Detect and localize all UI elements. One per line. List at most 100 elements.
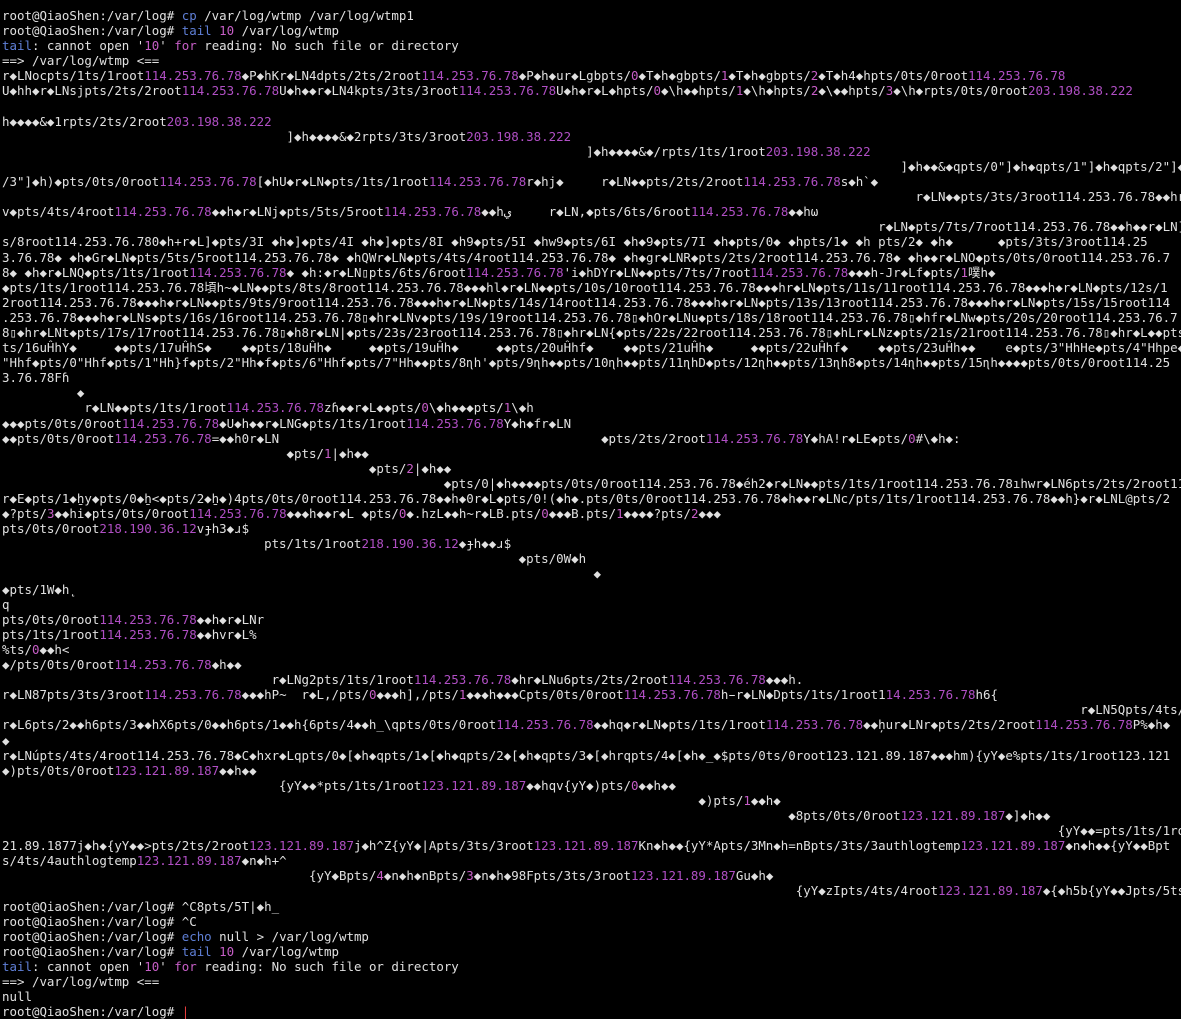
terminal-text: 114.253.76.78 — [466, 264, 564, 280]
terminal-text: ◆◆◆hP~ r◆L,/pts/ — [241, 687, 369, 703]
terminal-text: 3 — [466, 868, 474, 884]
terminal-text: r◆hj◆ r◆LN◆◆pts/2ts/2root — [526, 174, 744, 190]
terminal-line: ◆?pts/3◆◆hi◆pts/0ts/0root114.253.76.78◆◆… — [2, 506, 1181, 521]
terminal-text: {yY◆zIpts/4ts/4root — [2, 883, 939, 899]
terminal-text: r◆LNg2pts/1ts/1root — [2, 672, 414, 688]
terminal-line: 3.76.78◆ ◆h◆Gr◆LN◆pts/5ts/5root114.253.7… — [2, 250, 1181, 265]
terminal-text: ◆T◆h◆gbpts/ — [638, 68, 721, 84]
terminal-text: 114.253.76.78 — [496, 717, 594, 733]
terminal-text: ◆◆hvr◆L% — [196, 626, 257, 642]
terminal-line: ◆◆◆pts/0ts/0root114.253.76.78◆U◆h◆◆r◆LNG… — [2, 416, 1181, 431]
terminal-line: root@QiaoShen:/var/log# ^C8pts/5T|◆h_ — [2, 899, 1181, 914]
terminal-text: ◆◆hq◆r◆LN◆pts/1ts/1root — [593, 717, 766, 733]
terminal-text: 203.198.38.222 — [466, 128, 572, 144]
terminal-line: {yY◆Bpts/4◆n◆h◆nBpts/3◆n◆h◆98Fpts/3ts/3r… — [2, 868, 1181, 883]
terminal-text: |◆h◆◆ — [331, 445, 369, 461]
terminal-text: ◆]◆h◆◆ — [1005, 807, 1051, 823]
terminal-text: ◆◆hω — [788, 204, 819, 220]
terminal-text: 2root114.253.76.78◆◆◆h◆r◆LN◆◆pts/9ts/9ro… — [2, 294, 1171, 310]
terminal-output[interactable]: root@QiaoShen:/var/log# cp /var/log/wtmp… — [0, 0, 1181, 1019]
terminal-text: 114.253.76.78 — [99, 611, 197, 627]
terminal-line: "Hhf◆pts/0"Hhf◆pts/1"Hh}f◆pts/2"Hh◆f◆pts… — [2, 355, 1181, 370]
terminal-line: ]◆h◆◆&◆qpts/0"]◆h◆qpts/1"]◆h◆qpts/2"]◆h◆… — [2, 159, 1181, 174]
terminal-line: {yY◆zIpts/4ts/4root123.121.89.187◆{◆h5b{… — [2, 883, 1181, 898]
terminal-text: U◆hh◆r◆LNsjpts/2ts/2root — [2, 83, 182, 99]
terminal-text: ◆n◆h◆98Fpts/3ts/3root — [473, 868, 632, 884]
terminal-text: s/4ts/4authlogtemp — [2, 853, 137, 869]
terminal-text: 0 — [421, 400, 429, 416]
terminal-line: ]◆h◆◆◆◆&◆/rpts/1ts/1root203.198.38.222 — [2, 144, 1181, 159]
terminal-line: q — [2, 597, 1181, 612]
terminal-text: 203.198.38.222 — [166, 113, 272, 129]
terminal-line: tail: cannot open '10' for reading: No s… — [2, 38, 1181, 53]
terminal-text: Kn◆h◆◆{yY*Apts/3Mn◆h=nBpts/3ts/3authlogt… — [638, 838, 961, 854]
terminal-text: ◆)pts/0ts/0root — [2, 762, 115, 778]
terminal-line: ==> /var/log/wtmp <== — [2, 974, 1181, 989]
terminal-line: 2root114.253.76.78◆◆◆h◆r◆LN◆◆pts/9ts/9ro… — [2, 295, 1181, 310]
terminal-text: echo — [181, 928, 212, 944]
terminal-text: =◆◆h0r◆LN ◆pts/2ts/2root — [211, 430, 706, 446]
terminal-line: pts/1ts/1root218.190.36.12◆ɟh◆◆ɹ$ — [2, 536, 1181, 551]
terminal-text: \◆h — [511, 400, 534, 416]
terminal-text: ◆◆◆pts/0ts/0root — [2, 415, 122, 431]
terminal-line: ◆pts/0|◆h◆◆◆◆pts/0ts/0root114.253.76.78◆… — [2, 476, 1181, 491]
terminal-line: r◆LN87pts/3ts/3root 114.253.76.78 ◆◆◆hP~ r… — [2, 687, 1181, 702]
terminal-text: ◆◆◆h◆◆◆Cpts/0ts/0root — [466, 687, 624, 703]
terminal-text: 114.253.76.78 — [413, 672, 512, 688]
terminal-text: cp — [181, 8, 197, 23]
terminal-text: r◆LN87pts/3ts/3root — [2, 687, 145, 703]
terminal-line: ◆/pts/0ts/0root114.253.76.78◆h◆◆ — [2, 657, 1181, 672]
terminal-text: 114.253.76.78 — [623, 687, 721, 703]
text-cursor: | — [181, 1004, 190, 1019]
terminal-text: ' — [159, 38, 175, 54]
terminal-text: null — [2, 989, 32, 1005]
terminal-text: 114.253.76.78 — [705, 430, 804, 446]
terminal-text: ◆P◆hKr◆LN4dpts/2ts/2root — [241, 68, 422, 84]
terminal-text: 114.253.76.78 — [406, 415, 504, 431]
terminal-text: \◆h◆◆◆pts/ — [428, 400, 504, 416]
terminal-text: root@QiaoShen:/var/log# ^C — [2, 913, 197, 929]
terminal-text: h6{ — [975, 687, 998, 703]
terminal-text: ◆)pts/ — [2, 792, 744, 808]
terminal-text: 1 — [960, 264, 969, 280]
terminal-text: r◆LN◆◆pts/3ts/3root114.253.76.78◆◆hr◆LN — [2, 189, 1181, 205]
terminal-text: q — [2, 596, 10, 612]
terminal-text: ◆ɟh◆◆ɹ$ — [458, 536, 512, 552]
terminal-text: 114.253.76.78 — [114, 657, 212, 673]
terminal-line: r◆LN◆pts/7ts/7root114.253.76.78◆◆h◆◆r◆LN… — [2, 219, 1181, 234]
terminal-text: 114.253.76.78 — [121, 415, 220, 431]
terminal-text: /var/log/wtmp /var/log/wtmp1 — [196, 8, 414, 23]
terminal-line: ◆◆pts/0ts/0root114.253.76.78=◆◆h0r◆LN ◆p… — [2, 431, 1181, 446]
terminal-text: r◆LN◆pts/7ts/7root114.253.76.78◆◆h◆◆r◆LN… — [2, 219, 1181, 235]
terminal-text: 123.121.89.187 — [114, 762, 220, 778]
terminal-text: 123.121.89.187 — [421, 777, 527, 793]
terminal-text: : cannot open ' — [31, 958, 145, 974]
terminal-text: 114.253.76.78 — [114, 204, 212, 220]
terminal-text: ◆◆◆ — [698, 506, 721, 522]
terminal-line: 3.76.78Fɦ — [2, 370, 1181, 385]
terminal-text: s/8root114.253.76.780◆h+r◆L]◆pts/3I ◆h◆]… — [2, 234, 1148, 250]
terminal-text: ◆◆h◆r◆LNr — [196, 611, 265, 627]
terminal-line: ◆8pts/0ts/0root123.121.89.187◆]◆h◆◆ — [2, 808, 1181, 823]
terminal-line: root@QiaoShen:/var/log# | — [2, 1004, 1181, 1019]
terminal-line: %ts/0◆◆h< — [2, 642, 1181, 657]
terminal-text: r◆LNocpts/1ts/1root — [2, 68, 145, 84]
terminal-text: 114.253.76.78 — [743, 174, 841, 190]
terminal-line: 8◆ ◆h◆r◆LNQ◆pts/1ts/1root114.253.76.78◆ … — [2, 265, 1181, 280]
terminal-text: ◆◆h◆ — [750, 792, 781, 808]
terminal-text: ◆pts/1ts/1root114.253.76.78頃h~◆LN◆◆pts/8… — [2, 279, 1168, 295]
terminal-line: ◆ — [2, 566, 1181, 581]
terminal-text: Y◆h◆fr◆LN — [503, 415, 572, 431]
terminal-text: 114.253.76.78 — [428, 174, 527, 190]
terminal-text: ◆◆h◆◆ — [219, 762, 257, 778]
terminal-text: ◆T◆h4◆hpts/0ts/0root — [818, 68, 969, 84]
terminal-text: 噗h◆ — [968, 264, 996, 280]
terminal-text: [◆hU◆r◆LN◆pts/1ts/1root — [256, 174, 429, 190]
terminal-text: r◆LNúpts/4ts/4root114.253.76.78◆C◆hxr◆Lq… — [2, 747, 1171, 763]
terminal-text: 123.121.89.187 — [960, 838, 1066, 854]
terminal-line: pts/0ts/0root218.190.36.12vɟh3◆ɹ$ — [2, 521, 1181, 536]
terminal-text: 114.253.76.78 — [1035, 717, 1133, 733]
terminal-line: s/8root114.253.76.780◆h+r◆L]◆pts/3I ◆h◆]… — [2, 234, 1181, 249]
terminal-text: ◆◆◆◆?pts/ — [623, 506, 692, 522]
terminal-text: pts/1ts/1root — [2, 536, 362, 552]
